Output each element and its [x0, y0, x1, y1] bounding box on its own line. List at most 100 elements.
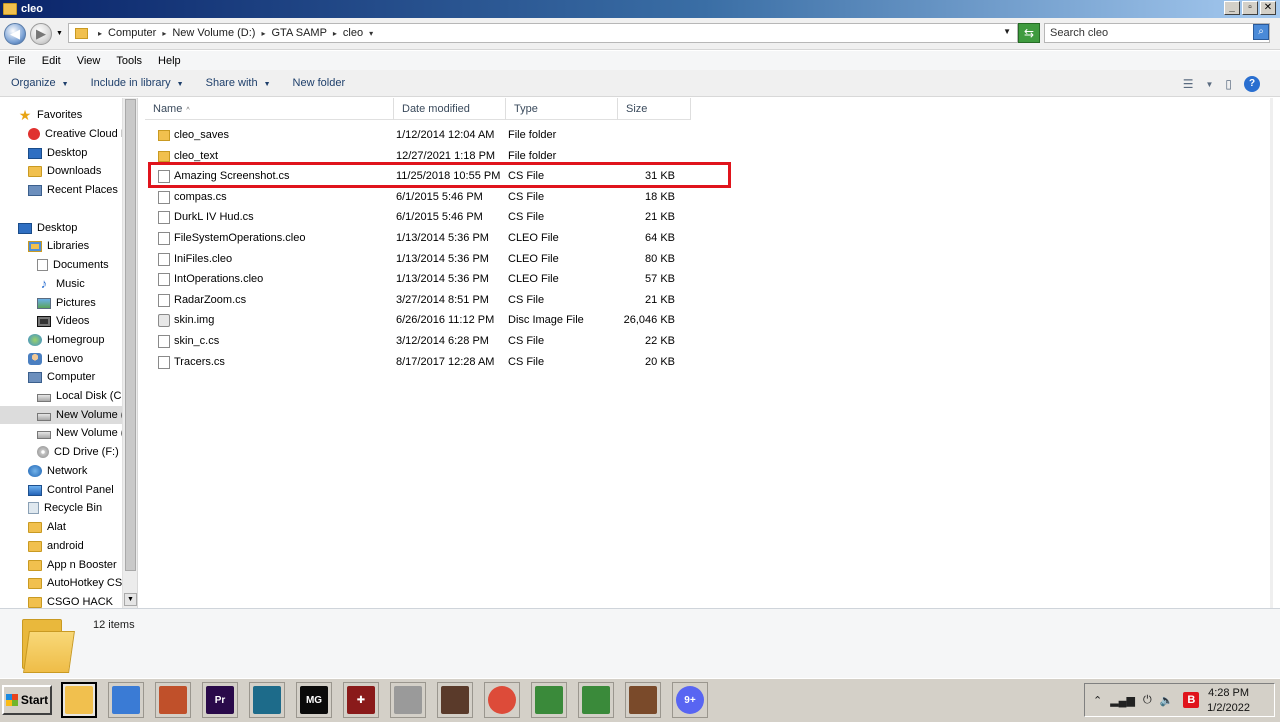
game-2-icon — [441, 686, 469, 714]
taskbar-app-control-panel[interactable] — [108, 682, 144, 718]
address-bar[interactable]: ▸ Computer ▸ New Volume (D:) ▸ GTA SAMP … — [68, 23, 1018, 43]
scrollbar-thumb[interactable] — [125, 99, 136, 571]
signal-icon[interactable]: ▂▄▆ — [1110, 694, 1135, 707]
file-type: CLEO File — [508, 273, 559, 285]
file-date-modified: 6/1/2015 5:46 PM — [396, 191, 483, 203]
file-type: CLEO File — [508, 232, 559, 244]
organize-button[interactable]: Organize ▼ — [0, 77, 80, 89]
include-in-library-button[interactable]: Include in library ▼ — [80, 77, 195, 89]
menu-tools[interactable]: Tools — [108, 55, 150, 67]
crumb-new-volume-d[interactable]: New Volume (D:) — [172, 27, 255, 39]
file-row[interactable]: skin.img 6/26/2016 11:12 PM Disc Image Fil… — [145, 310, 681, 330]
file-row[interactable]: IniFiles.cleo 1/13/2014 5:36 PM CLEO File 8… — [145, 249, 681, 269]
desktop-icon — [28, 147, 42, 159]
file-row[interactable]: FileSystemOperations.cleo 1/13/2014 5:36 … — [145, 228, 681, 248]
file-row[interactable]: cleo_saves 1/12/2014 12:04 AM File folder — [145, 125, 681, 145]
nav-favorites[interactable]: ★ Favorites — [18, 106, 137, 124]
close-button[interactable]: ✕ — [1260, 1, 1276, 15]
clock[interactable]: 4:28 PM 1/2/2022 — [1207, 686, 1250, 716]
taskbar-app-app-blue[interactable] — [249, 682, 285, 718]
folder-icon — [28, 559, 42, 571]
file-row[interactable]: skin_c.cs 3/12/2014 6:28 PM CS File 22 KB — [145, 331, 681, 351]
forward-button[interactable]: ▶ — [30, 23, 52, 45]
crumb-cleo[interactable]: cleo — [343, 27, 363, 39]
taskbar-app-explorer[interactable] — [61, 682, 97, 718]
scroll-down-button[interactable]: ▼ — [124, 593, 137, 606]
taskbar-app-premiere[interactable]: Pr — [202, 682, 238, 718]
taskbar-app-monitor-1[interactable] — [531, 682, 567, 718]
menu-edit[interactable]: Edit — [34, 55, 69, 67]
file-type: CS File — [508, 191, 545, 203]
file-type: File folder — [508, 129, 557, 141]
taskbar-app-chrome[interactable] — [484, 682, 520, 718]
search-icon[interactable]: ⌕ — [1253, 24, 1269, 40]
show-hidden-icons[interactable]: ⌃ — [1093, 694, 1102, 707]
help-icon[interactable]: ? — [1244, 76, 1260, 92]
recent-pages-dropdown[interactable]: ▼ — [56, 30, 63, 37]
computer-icon — [28, 371, 42, 383]
taskbar-app-mg[interactable]: MG — [296, 682, 332, 718]
discord-icon: 9+ — [676, 686, 704, 714]
taskbar-app-cross[interactable]: ✚ — [343, 682, 379, 718]
file-icon — [158, 355, 170, 369]
app-blue-icon — [253, 686, 281, 714]
crumb-gta-samp[interactable]: GTA SAMP — [271, 27, 326, 39]
file-size — [614, 125, 681, 145]
column-size[interactable]: Size — [618, 98, 691, 120]
tray-app-b[interactable]: B — [1183, 692, 1200, 708]
game-1-icon — [159, 686, 187, 714]
column-name[interactable]: Name ^ — [145, 98, 394, 120]
refresh-button[interactable]: ⇆ — [1018, 23, 1040, 43]
file-list-scrollbar[interactable] — [1270, 98, 1273, 608]
change-view-icon[interactable]: ☰ — [1183, 77, 1194, 91]
file-row[interactable]: compas.cs 6/1/2015 5:46 PM CS File 18 KB — [145, 187, 681, 207]
volume-icon[interactable]: 🔈 — [1160, 694, 1174, 707]
file-date-modified: 1/13/2014 5:36 PM — [396, 232, 489, 244]
back-button[interactable]: ◀ — [4, 23, 26, 45]
file-icon — [158, 272, 170, 286]
network-icon — [28, 465, 42, 477]
nav-new-volume-d[interactable]: New Volume (D — [0, 406, 122, 424]
file-size: 26,046 KB — [623, 314, 675, 326]
taskbar-app-game-2[interactable] — [437, 682, 473, 718]
taskbar-app-discord[interactable]: 9+ — [672, 682, 708, 718]
taskbar-app-keyboard[interactable] — [390, 682, 426, 718]
file-row[interactable]: DurkL IV Hud.cs 6/1/2015 5:46 PM CS File 21… — [145, 207, 681, 227]
command-bar: Organize ▼ Include in library ▼ Share with… — [0, 70, 1280, 97]
taskbar-app-monitor-2[interactable] — [578, 682, 614, 718]
file-row[interactable]: IntOperations.cleo 1/13/2014 5:36 PM CLEO … — [145, 269, 681, 289]
sort-ascending-icon: ^ — [186, 107, 190, 114]
taskbar-app-game-3[interactable] — [625, 682, 661, 718]
minimize-button[interactable]: _ — [1224, 1, 1240, 15]
power-icon[interactable]: ⏻ — [1143, 694, 1152, 707]
file-row[interactable]: RadarZoom.cs 3/27/2014 8:51 PM CS File 21 K… — [145, 290, 681, 310]
column-type[interactable]: Type — [506, 98, 618, 120]
nav-desktop[interactable]: Desktop — [18, 219, 137, 237]
preview-pane-icon[interactable]: ▯ — [1225, 77, 1232, 91]
file-date-modified: 1/12/2014 12:04 AM — [396, 129, 495, 141]
address-dropdown[interactable]: ▼ — [1003, 27, 1011, 36]
file-icon — [158, 210, 170, 224]
menu-help[interactable]: Help — [150, 55, 189, 67]
view-dropdown-icon[interactable]: ▼ — [1205, 80, 1213, 89]
file-date-modified: 1/13/2014 5:36 PM — [396, 273, 489, 285]
recycle-bin-icon — [28, 502, 39, 514]
taskbar-app-game-1[interactable] — [155, 682, 191, 718]
file-row[interactable]: Tracers.cs 8/17/2017 12:28 AM CS File 20 KB — [145, 352, 681, 372]
maximize-button[interactable]: ▫ — [1242, 1, 1258, 15]
videos-icon — [37, 315, 51, 327]
new-folder-button[interactable]: New folder — [282, 77, 357, 89]
navigation-pane: ★ Favorites Creative Cloud F Desktop Down… — [0, 98, 138, 608]
menu-file[interactable]: File — [0, 55, 34, 67]
search-input[interactable]: Search cleo — [1044, 23, 1270, 43]
file-name: Tracers.cs — [145, 352, 390, 372]
column-date-modified[interactable]: Date modified — [394, 98, 506, 120]
menu-view[interactable]: View — [69, 55, 109, 67]
share-with-button[interactable]: Share with ▼ — [195, 77, 282, 89]
monitor-2-icon — [582, 686, 610, 714]
nav-scrollbar[interactable]: ▼ — [122, 98, 137, 608]
file-date-modified: 3/27/2014 8:51 PM — [396, 294, 489, 306]
start-button[interactable]: Start — [2, 685, 52, 715]
game-3-icon — [629, 686, 657, 714]
crumb-computer[interactable]: Computer — [108, 27, 156, 39]
